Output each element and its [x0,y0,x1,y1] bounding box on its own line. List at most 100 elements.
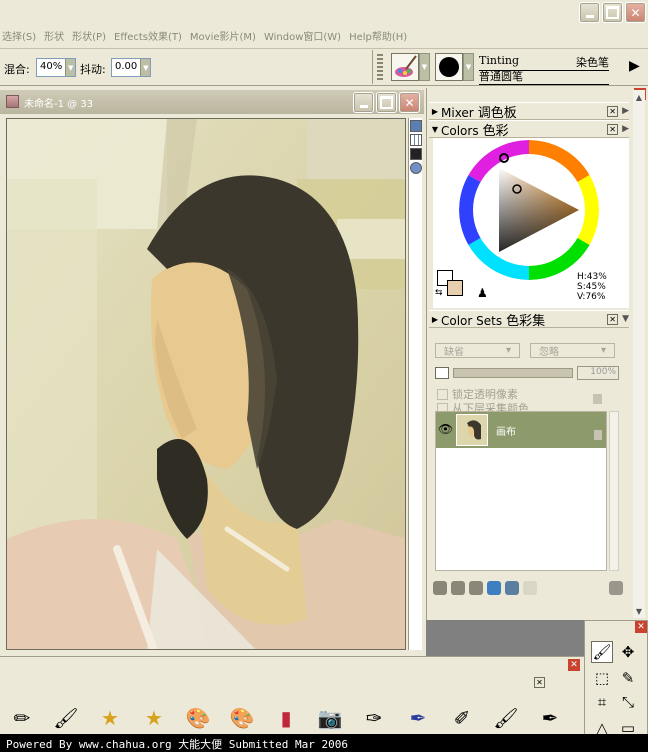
value-value: V:76% [577,292,606,302]
pencil-brush-icon[interactable]: ✏ [0,701,44,735]
app-close-button[interactable]: ✕ [625,2,646,23]
clone-color-icon[interactable]: ♟ [477,286,488,300]
new-watercolor-layer-icon[interactable] [487,581,501,595]
chevron-down-icon[interactable]: ▼ [419,53,430,81]
collapse-arrow-icon[interactable]: ▼ [429,125,441,134]
tracing-paper-icon[interactable] [410,134,422,146]
close-icon[interactable]: ✕ [607,313,619,325]
eye-icon[interactable]: 👁 [438,422,453,436]
jitter-value[interactable]: 0.00 [112,59,140,76]
star-brush-2-icon[interactable]: ★ [132,701,176,735]
lock-icon[interactable] [593,394,602,404]
menu-movie[interactable]: Movie影片(M) [190,28,256,43]
saturation-value: S:45% [577,282,606,292]
document-maximize-button[interactable] [376,92,397,113]
crop-tool-icon[interactable]: ⌗ [591,691,613,713]
composite-depth-select[interactable]: 忽略 ▾ [530,343,615,358]
layer-commands-icon[interactable] [433,581,447,595]
menu-shape-1[interactable]: 形状 [44,28,64,43]
menu-arrow-icon[interactable]: ▼ [622,314,629,324]
app-maximize-button[interactable] [602,2,623,23]
color-management-icon[interactable] [410,162,422,174]
checkbox-box[interactable] [437,388,448,400]
star-brush-icon[interactable]: ★ [88,701,132,735]
oil-brush-icon[interactable]: 🖌 [44,701,88,735]
marker-brush-icon[interactable]: ▮ [264,701,308,735]
mixer-title-en: Mixer [441,105,474,120]
close-icon[interactable]: ✕ [568,659,580,671]
dynamic-plugins-icon[interactable] [451,581,465,595]
grip-handle[interactable] [377,54,383,80]
layer-thumbnail-image [457,415,487,445]
chevron-down-icon[interactable]: ▼ [463,53,474,81]
brush-variant-button[interactable] [435,53,463,81]
secondary-color-swatch[interactable] [447,280,463,296]
colors-palette-header[interactable]: ▼ Colors 色彩 ✕ ▶ [429,120,629,139]
color-sets-title-cn: 色彩集 [506,313,546,329]
layer-row-canvas[interactable]: 👁 画布 [436,412,606,448]
mask-icon[interactable] [523,581,537,595]
menu-select[interactable]: 选择(S) [2,28,36,43]
expand-arrow-icon[interactable]: ▶ [429,315,441,324]
opacity-value[interactable]: 100% [577,366,619,380]
new-layer-icon[interactable] [469,581,483,595]
brush-tool-icon[interactable]: 🖌 [591,641,613,663]
menu-window[interactable]: Window窗口(W) [264,28,341,43]
brush-variant-label[interactable]: 普通圆笔 [479,68,609,85]
chevron-down-icon[interactable]: ▼ [140,59,151,76]
swap-colors-icon[interactable]: ⇆ [435,288,443,298]
menu-shapes[interactable]: 形状(P) [72,28,106,43]
watercolor-brush-icon[interactable]: 🖌 [484,701,528,735]
document-title-bar[interactable]: 未命名-1 @ 33 ✕ [0,90,424,114]
painting-image [7,119,405,649]
play-arrow-icon[interactable]: ▶ [629,58,640,74]
color-sets-title: Color Sets 色彩集 [441,310,545,329]
brush-library-icons: ✏ 🖌 ★ ★ 🎨 🎨 ▮ 📷 ✑ ✒ ✐ 🖌 ✒ [0,701,584,735]
close-icon[interactable]: ✕ [534,677,545,688]
selection-adjuster-tool-icon[interactable]: ⤡ [617,691,639,713]
chevron-down-icon[interactable]: ▼ [65,59,76,76]
layer-name: 画布 [496,427,516,438]
color-wheel[interactable] [433,138,629,288]
camera-brush-icon[interactable]: 📷 [308,701,352,735]
colors-title-cn: 色彩 [482,123,509,139]
palette-brush-2-icon[interactable]: 🎨 [220,701,264,735]
blend-value[interactable]: 40% [37,59,65,76]
menu-help[interactable]: Help帮助(H) [349,28,407,43]
app-minimize-button[interactable] [579,2,600,23]
close-icon[interactable]: ✕ [635,621,647,633]
painting-canvas[interactable] [6,118,406,650]
palette-scrollbar[interactable]: ▲ ▼ [633,90,645,618]
ink-brush-icon[interactable]: ✒ [528,701,572,735]
jitter-stepper[interactable]: 0.00 ▼ [111,58,152,77]
trash-icon[interactable] [609,581,623,595]
layer-thumbnail [456,414,488,446]
palette-brush-icon[interactable]: 🎨 [176,701,220,735]
lock-icon[interactable] [594,430,602,440]
magic-wand-tool-icon[interactable]: ✎ [617,667,639,689]
menu-arrow-icon[interactable]: ▶ [622,106,629,116]
menu-effects[interactable]: Effects效果(T) [114,28,182,43]
expand-arrow-icon[interactable]: ▶ [429,107,441,116]
pen-brush-icon[interactable]: ✒ [396,701,440,735]
new-liquid-ink-layer-icon[interactable] [505,581,519,595]
document-close-button[interactable]: ✕ [399,92,420,113]
document-minimize-button[interactable] [353,92,374,113]
mixer-palette-header[interactable]: ▶ Mixer 调色板 ✕ ▶ [429,102,629,121]
color-sets-palette-header[interactable]: ▶ Color Sets 色彩集 ✕ ▼ [429,310,629,329]
blend-stepper[interactable]: 40% ▼ [36,58,77,77]
menu-arrow-icon[interactable]: ▶ [622,124,629,134]
opacity-slider[interactable] [453,368,573,378]
composite-method-select[interactable]: 缺省 ▾ [435,343,520,358]
layer-adjuster-tool-icon[interactable]: ✥ [617,641,639,663]
grid-icon[interactable] [410,120,422,132]
close-icon[interactable]: ✕ [607,105,619,117]
rectangle-selection-tool-icon[interactable]: ⬚ [591,667,613,689]
brush-category-button[interactable] [391,53,419,81]
chalk-brush-icon[interactable]: ✐ [440,701,484,735]
colors-title-en: Colors [441,123,479,138]
layer-list-scrollbar[interactable] [609,411,619,571]
airbrush-icon[interactable]: ✑ [352,701,396,735]
close-icon[interactable]: ✕ [607,123,619,135]
drawing-mode-icon[interactable] [410,148,422,160]
